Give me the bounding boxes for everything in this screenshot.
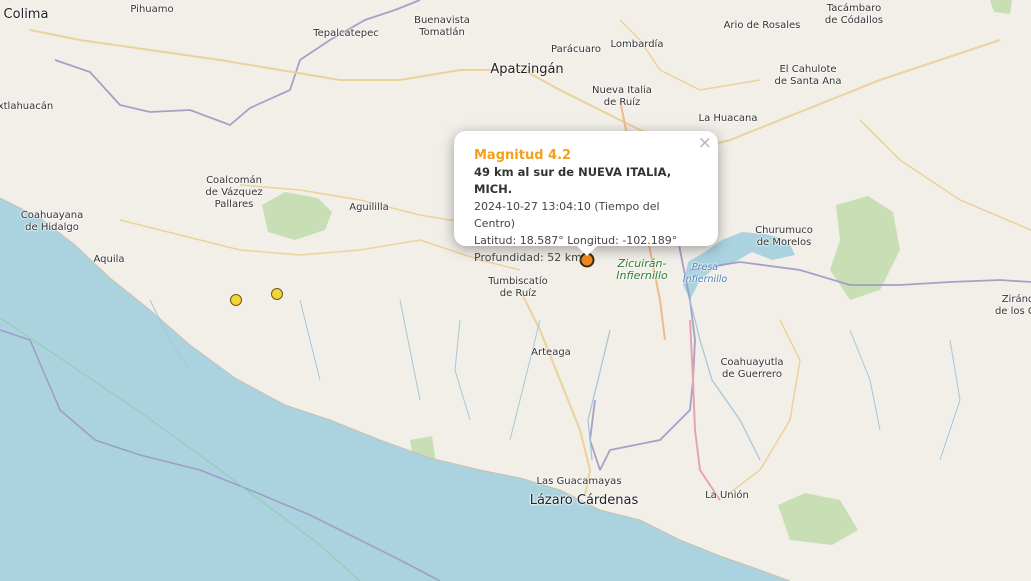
- earthquake-popup: × Magnitud 4.2 49 km al sur de NUEVA ITA…: [454, 131, 718, 264]
- place-label: Coahuayutla de Guerrero: [720, 357, 784, 380]
- place-label: Tumbiscatío de Ruíz: [488, 276, 548, 299]
- place-label: La Unión: [705, 490, 749, 501]
- place-label: El Cahulote de Santa Ana: [774, 64, 842, 87]
- place-label: Aguililla: [349, 202, 389, 213]
- place-label: Buenavista Tomatlán: [414, 15, 470, 38]
- popup-datetime: 2024-10-27 13:04:10 (Tiempo del Centro): [474, 200, 660, 230]
- place-label: La Huacana: [698, 113, 758, 124]
- place-label: Ario de Rosales: [723, 20, 801, 31]
- place-label: Colima: [3, 7, 49, 22]
- place-label: Ziránd de los Co: [994, 294, 1031, 317]
- place-label: Las Guacamayas: [536, 476, 622, 487]
- earthquake-marker[interactable]: [230, 294, 242, 306]
- place-label: Ixtlahuacán: [0, 101, 54, 112]
- place-label: Apatzingán: [490, 62, 564, 77]
- place-label: Arteaga: [531, 347, 571, 358]
- place-label: Coalcomán de Vázquez Pallares: [205, 175, 263, 210]
- popup-tip: [577, 246, 597, 256]
- place-label: Churumuco de Morelos: [755, 225, 813, 248]
- popup-location: 49 km al sur de NUEVA ITALIA, MICH.: [474, 165, 672, 196]
- place-label: Aquila: [93, 254, 125, 265]
- place-label: Pihuamo: [130, 4, 174, 15]
- popup-close-button[interactable]: ×: [698, 133, 712, 153]
- place-label: Parácuaro: [551, 44, 601, 55]
- popup-magnitude: Magnitud 4.2: [474, 148, 572, 163]
- place-label: Tacámbaro de Códallos: [824, 3, 884, 26]
- place-label: Lombardía: [610, 39, 664, 50]
- place-label: Tepalcatepec: [313, 28, 379, 39]
- map-view[interactable]: Colima Pihuamo Ixtlahuacán Tepalcatepec Buen…: [0, 0, 1031, 581]
- place-label: Coahuayana de Hidalgo: [20, 210, 84, 233]
- place-label: Nueva Italia de Ruíz: [592, 85, 652, 108]
- place-label: Lázaro Cárdenas: [529, 493, 639, 508]
- earthquake-marker[interactable]: [271, 288, 283, 300]
